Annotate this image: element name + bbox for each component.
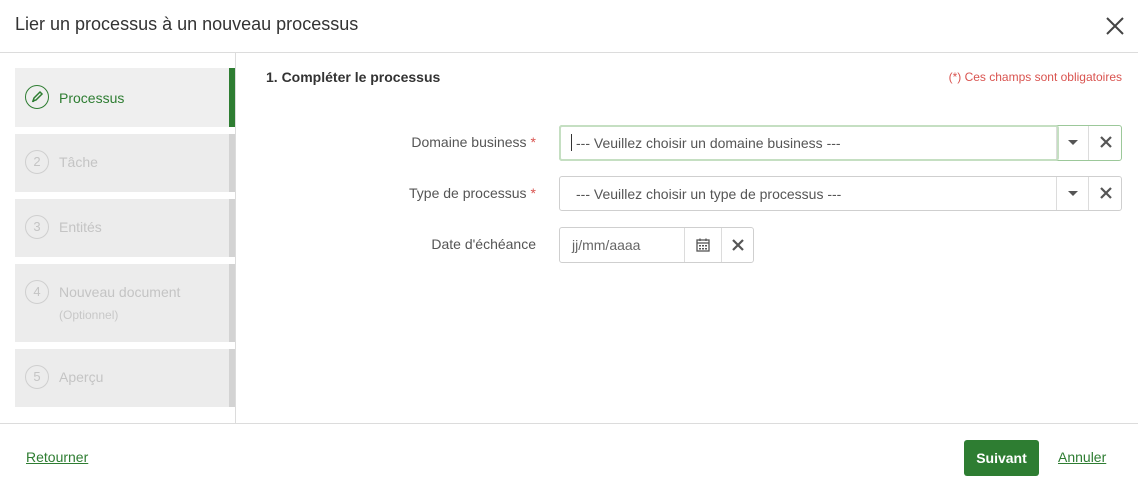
clear-icon[interactable]	[1088, 177, 1121, 210]
step-label: Processus	[59, 90, 125, 106]
dialog-footer: Retourner Suivant Annuler	[0, 423, 1138, 490]
step-number: 3	[25, 215, 49, 239]
step-apercu[interactable]: 5 Aperçu	[15, 349, 235, 407]
step-label: Nouveau document	[59, 284, 181, 300]
back-link[interactable]: Retourner	[26, 449, 88, 465]
type-select[interactable]: --- Veuillez choisir un type de processu…	[559, 176, 1122, 211]
step-label: Tâche	[59, 154, 98, 170]
stepper-sidebar: Processus 2 Tâche 3 Entités 4 Nouveau do…	[0, 53, 236, 423]
chevron-down-icon[interactable]	[1056, 177, 1088, 210]
pencil-icon	[25, 85, 49, 109]
step-tache[interactable]: 2 Tâche	[15, 134, 235, 192]
type-label: Type de processus *	[409, 185, 536, 201]
calendar-icon[interactable]	[684, 228, 721, 262]
close-icon[interactable]	[1104, 15, 1126, 37]
clear-icon[interactable]	[721, 228, 753, 262]
next-button[interactable]: Suivant	[964, 440, 1039, 476]
required-note: (*) Ces champs sont obligatoires	[948, 70, 1122, 84]
date-field[interactable]: jj/mm/aaaa	[559, 227, 754, 263]
chevron-down-icon[interactable]	[1056, 126, 1088, 160]
text-cursor	[571, 134, 572, 151]
step-processus[interactable]: Processus	[15, 68, 235, 127]
cancel-link[interactable]: Annuler	[1058, 449, 1106, 465]
domain-select[interactable]: --- Veuillez choisir un domaine business…	[559, 125, 1122, 161]
domain-select-value: --- Veuillez choisir un domaine business…	[576, 135, 841, 151]
step-sublabel: (Optionnel)	[59, 308, 119, 322]
step-label: Aperçu	[59, 369, 104, 385]
dialog-title: Lier un processus à un nouveau processus	[15, 14, 359, 34]
step-label: Entités	[59, 219, 102, 235]
step-nouveau-document[interactable]: 4 Nouveau document (Optionnel)	[15, 264, 235, 342]
step-number: 2	[25, 150, 49, 174]
step-entites[interactable]: 3 Entités	[15, 199, 235, 257]
dialog: Lier un processus à un nouveau processus…	[0, 0, 1138, 490]
step-number: 4	[25, 280, 49, 304]
dialog-header: Lier un processus à un nouveau processus	[0, 0, 1138, 53]
section-title: 1. Compléter le processus	[266, 69, 441, 85]
date-label: Date d'échéance	[431, 236, 536, 252]
type-select-value: --- Veuillez choisir un type de processu…	[576, 186, 842, 202]
required-marker: *	[530, 134, 536, 150]
date-placeholder: jj/mm/aaaa	[572, 237, 641, 253]
required-marker: *	[530, 185, 536, 201]
step-number: 5	[25, 365, 49, 389]
clear-icon[interactable]	[1088, 126, 1121, 160]
domain-label: Domaine business *	[411, 134, 536, 150]
